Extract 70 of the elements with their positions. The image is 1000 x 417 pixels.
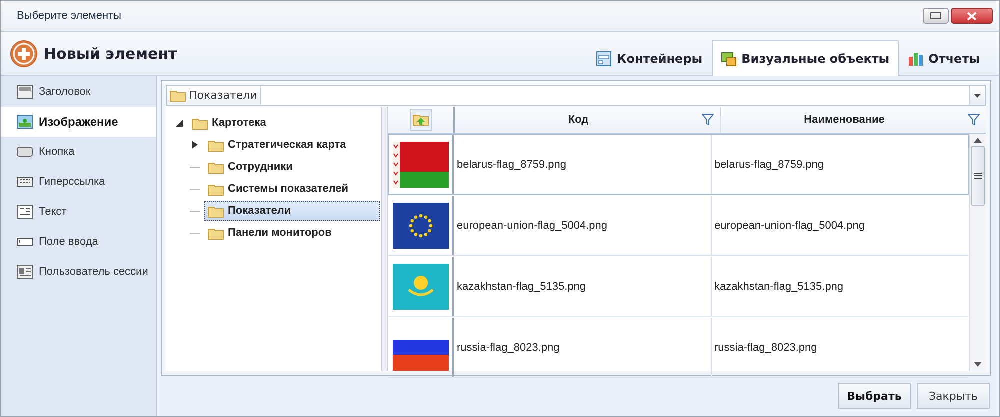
element-icon — [17, 175, 33, 189]
bar-chart-icon — [908, 50, 924, 66]
folder-icon — [192, 116, 208, 130]
folder-icon — [208, 204, 224, 218]
sidebar-item[interactable]: Гиперссылка — [1, 167, 156, 197]
table-row[interactable]: russia-flag_8023.png russia-flag_8023.png — [388, 317, 969, 378]
table-cell: european-union-flag_5004.png — [454, 196, 712, 255]
element-icon — [17, 265, 33, 279]
restore-icon — [930, 12, 942, 20]
folder-icon — [208, 138, 224, 152]
element-icon — [17, 145, 33, 159]
close-button[interactable] — [951, 8, 993, 24]
folder-icon — [208, 226, 224, 240]
column-header[interactable]: Код — [455, 107, 721, 133]
element-icon — [17, 235, 33, 249]
tree-item[interactable]: Стратегическая карта — [204, 135, 350, 155]
table-row[interactable]: european-union-flag_5004.png european-union-flag_5004.png — [388, 195, 969, 256]
tree-item[interactable]: Системы показателей — [204, 179, 353, 199]
table-row[interactable]: belarus-flag_8759.png belarus-flag_8759.png — [388, 134, 969, 195]
sidebar-item[interactable]: Заголовок — [1, 77, 156, 107]
table-row[interactable]: kazakhstan-flag_5135.png kazakhstan-flag_5135.png — [388, 256, 969, 317]
restore-button[interactable] — [923, 8, 949, 24]
table-cell-text: russia-flag_8023.png — [714, 340, 818, 356]
tab[interactable]: Визуальные объекты — [712, 40, 899, 76]
select-button[interactable]: Выбрать — [838, 383, 911, 409]
caret-icon — [974, 94, 981, 98]
tab[interactable]: Контейнеры — [586, 40, 712, 76]
collapsed-arrow-icon[interactable] — [190, 140, 200, 150]
tree-item[interactable]: Панели мониторов — [204, 223, 336, 243]
window-icon — [596, 50, 612, 66]
scroll-down-icon[interactable] — [974, 362, 982, 367]
folder-up-icon — [412, 113, 428, 127]
table-cell-text: kazakhstan-flag_5135.png — [714, 280, 845, 294]
filter-icon[interactable] — [968, 114, 980, 126]
breadcrumb-item[interactable]: Показатели — [167, 86, 262, 105]
new-element-button[interactable]: Новый элемент — [1, 40, 186, 75]
window-title: Выберите элементы — [17, 10, 122, 22]
sidebar-item[interactable]: Текст — [1, 197, 156, 227]
sidebar-item[interactable]: Кнопка — [1, 137, 156, 167]
column-header[interactable]: Наименование — [721, 107, 986, 133]
plus-icon — [10, 40, 38, 68]
flag-thumbnail — [392, 264, 448, 310]
table-cell: russia-flag_8023.png — [454, 318, 712, 377]
table-cell: belarus-flag_8759.png — [454, 135, 712, 194]
table-cell-text: belarus-flag_8759.png — [714, 158, 825, 172]
table-cell-text: european-union-flag_5004.png — [714, 218, 866, 234]
tree-item[interactable]: Показатели — [204, 201, 380, 221]
sidebar-item[interactable]: Пользователь сессии — [1, 257, 156, 287]
sidebar-item[interactable]: Поле ввода — [1, 227, 156, 257]
folder-icon — [170, 89, 186, 102]
sidebar-item[interactable]: Изображение — [1, 107, 156, 137]
tree-item[interactable]: Сотрудники — [204, 157, 297, 177]
picture-icon — [17, 115, 33, 129]
tab[interactable]: Отчеты — [898, 40, 989, 76]
table-cell: kazakhstan-flag_5135.png — [454, 257, 712, 316]
flag-thumbnail — [392, 202, 448, 248]
picture-icon — [720, 50, 737, 66]
scroll-up-icon[interactable] — [974, 138, 982, 143]
folder-icon — [208, 182, 224, 196]
close-icon — [967, 12, 977, 20]
expanded-arrow-icon[interactable] — [174, 118, 184, 128]
close-dialog-button[interactable]: Закрыть — [917, 383, 990, 409]
tree-item[interactable]: Картотека — [188, 113, 270, 133]
dropdown-button[interactable] — [969, 86, 985, 105]
element-icon — [17, 205, 33, 219]
element-icon — [17, 85, 33, 99]
scroll-thumb[interactable] — [971, 146, 985, 206]
folder-icon — [208, 160, 224, 174]
flag-thumbnail — [392, 142, 448, 188]
filter-icon[interactable] — [702, 114, 714, 126]
